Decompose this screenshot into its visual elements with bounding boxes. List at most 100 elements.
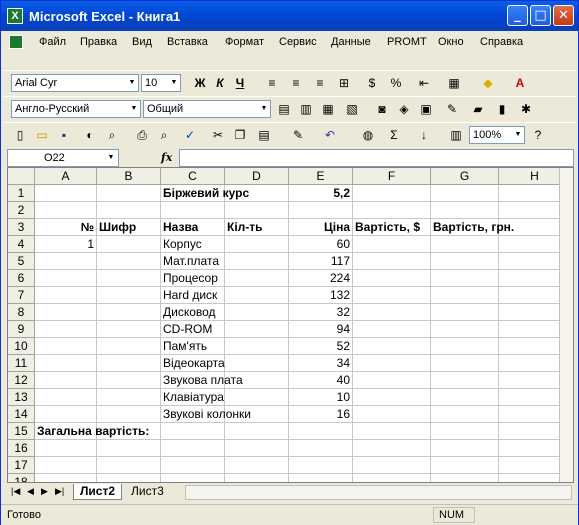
cell-d16[interactable] [225, 440, 289, 457]
cell-b17[interactable] [97, 457, 161, 474]
maximize-button[interactable]: □ [530, 5, 551, 26]
cell-a7[interactable] [35, 287, 97, 304]
fill-color-icon[interactable]: ◆ [479, 74, 497, 92]
cell-e13[interactable]: 10 [289, 389, 353, 406]
cell-e11[interactable]: 34 [289, 355, 353, 372]
promt-translate-icon[interactable]: ▤ [275, 100, 293, 118]
cell-b16[interactable] [97, 440, 161, 457]
cell-f8[interactable] [353, 304, 431, 321]
first-sheet-icon[interactable]: |◀ [11, 486, 20, 497]
format-painter-icon[interactable]: ✎ [289, 126, 307, 144]
cell-d15[interactable] [225, 423, 289, 440]
help-icon[interactable]: ? [529, 126, 547, 144]
cell-f9[interactable] [353, 321, 431, 338]
cell-c16[interactable] [161, 440, 225, 457]
row-header[interactable]: 5 [8, 253, 35, 270]
menu-window[interactable]: Окно [438, 36, 464, 48]
column-header-a[interactable]: A [35, 168, 97, 185]
cell-f13[interactable] [353, 389, 431, 406]
cell-d5[interactable] [225, 253, 289, 270]
bold-button[interactable]: Ж [191, 74, 209, 92]
align-center-icon[interactable]: ≡ [287, 74, 305, 92]
cell-g5[interactable] [431, 253, 499, 270]
cell-d8[interactable] [225, 304, 289, 321]
cell-d12[interactable] [225, 372, 289, 389]
cell-a17[interactable] [35, 457, 97, 474]
copy-icon[interactable]: ❐ [231, 126, 249, 144]
row-header[interactable]: 6 [8, 270, 35, 287]
autosum-button[interactable]: Σ [385, 126, 403, 144]
cell-a5[interactable] [35, 253, 97, 270]
cell-g2[interactable] [431, 202, 499, 219]
row-header[interactable]: 9 [8, 321, 35, 338]
row-header[interactable]: 15 [8, 423, 35, 440]
row-header[interactable]: 18 [8, 474, 35, 482]
underline-button[interactable]: Ч [231, 74, 249, 92]
cell-b9[interactable] [97, 321, 161, 338]
cell-g16[interactable] [431, 440, 499, 457]
excel-app-icon[interactable]: X [7, 8, 23, 24]
translation-direction-select[interactable]: Англо-Русский ▼ [11, 100, 141, 118]
vertical-scrollbar[interactable] [559, 168, 573, 482]
cell-b14[interactable] [97, 406, 161, 423]
cell-c1[interactable]: Біржевий курс [161, 185, 249, 202]
column-header-e[interactable]: E [289, 168, 353, 185]
row-header[interactable]: 12 [8, 372, 35, 389]
cell-e18[interactable] [289, 474, 353, 482]
italic-button[interactable]: К [211, 74, 229, 92]
cell-d11[interactable] [225, 355, 289, 372]
row-header[interactable]: 7 [8, 287, 35, 304]
column-header-b[interactable]: B [97, 168, 161, 185]
cell-e6[interactable]: 224 [289, 270, 353, 287]
close-button[interactable]: ✕ [553, 5, 574, 26]
cell-d10[interactable] [225, 338, 289, 355]
print-icon[interactable]: ⎙ [133, 126, 151, 144]
cell-g7[interactable] [431, 287, 499, 304]
cell-f16[interactable] [353, 440, 431, 457]
promt-options-icon[interactable]: ▧ [343, 100, 361, 118]
new-file-icon[interactable]: ▯ [11, 126, 29, 144]
cell-d18[interactable] [225, 474, 289, 482]
cell-b7[interactable] [97, 287, 161, 304]
cell-f4[interactable] [353, 236, 431, 253]
cell-a14[interactable] [35, 406, 97, 423]
cell-g11[interactable] [431, 355, 499, 372]
cell-d17[interactable] [225, 457, 289, 474]
cell-c3[interactable]: Назва [161, 219, 225, 236]
cell-a12[interactable] [35, 372, 97, 389]
cell-d3[interactable]: Кіл-ть [225, 219, 289, 236]
row-header[interactable]: 8 [8, 304, 35, 321]
promt-translate-sheet-icon[interactable]: ▥ [297, 100, 315, 118]
cell-f18[interactable] [353, 474, 431, 482]
cell-e1[interactable]: 5,2 [289, 185, 353, 202]
sheet-tab-list3[interactable]: Лист3 [125, 484, 170, 500]
promt-dictionary-icon[interactable]: ▦ [319, 100, 337, 118]
cell-c17[interactable] [161, 457, 225, 474]
cell-g10[interactable] [431, 338, 499, 355]
cell-d4[interactable] [225, 236, 289, 253]
cell-e7[interactable]: 132 [289, 287, 353, 304]
cell-e5[interactable]: 117 [289, 253, 353, 270]
cell-c4[interactable]: Корпус [161, 236, 225, 253]
cell-d2[interactable] [225, 202, 289, 219]
cell-b5[interactable] [97, 253, 161, 270]
cell-c14[interactable]: Звукові колонки [161, 406, 251, 423]
horizontal-scrollbar[interactable] [185, 485, 572, 500]
row-header[interactable]: 4 [8, 236, 35, 253]
menu-edit[interactable]: Правка [80, 36, 117, 48]
cell-d7[interactable] [225, 287, 289, 304]
cell-g18[interactable] [431, 474, 499, 482]
search-icon[interactable]: ⌕ [103, 126, 121, 144]
cell-a3[interactable]: № [35, 219, 97, 236]
cell-b2[interactable] [97, 202, 161, 219]
cell-c10[interactable]: Пам'ять [161, 338, 225, 355]
menu-help[interactable]: Справка [480, 36, 523, 48]
font-name-select[interactable]: Arial Cyr ▼ [11, 74, 139, 92]
row-header[interactable]: 2 [8, 202, 35, 219]
sheet-tab-list2[interactable]: Лист2 [73, 484, 123, 500]
select-all-corner[interactable] [8, 168, 35, 185]
cell-a15[interactable]: Загальна вартість: [35, 423, 149, 440]
permission-icon[interactable]: ◐ [81, 126, 99, 144]
cell-b12[interactable] [97, 372, 161, 389]
menu-data[interactable]: Данные [331, 36, 371, 48]
